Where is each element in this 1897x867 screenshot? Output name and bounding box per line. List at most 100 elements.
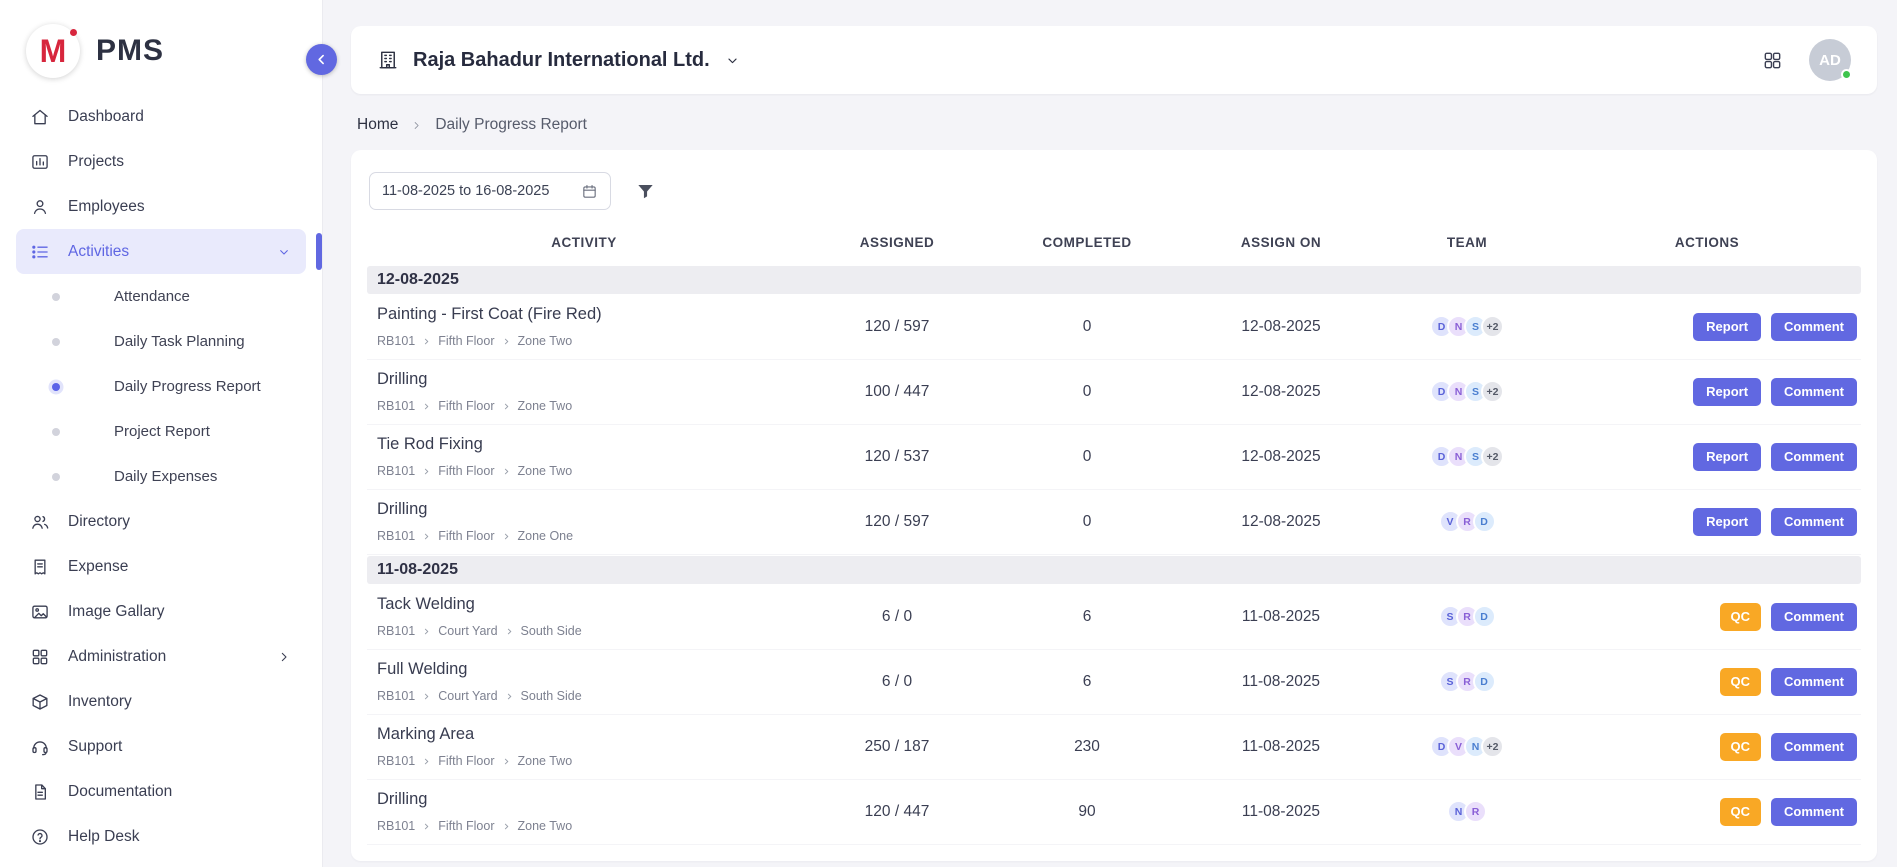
assigned-value: 120 / 597 — [801, 513, 993, 531]
path-segment: Zone Two — [518, 399, 573, 413]
qc-button[interactable]: QC — [1720, 603, 1762, 631]
qc-button[interactable]: QC — [1720, 668, 1762, 696]
sidebar-subitem-daily-progress-report[interactable]: Daily Progress Report — [16, 364, 306, 409]
assigned-value: 250 / 187 — [801, 738, 993, 756]
comment-button[interactable]: Comment — [1771, 508, 1857, 536]
sidebar-item-dashboard[interactable]: Dashboard — [16, 94, 306, 139]
filter-button[interactable] — [635, 181, 656, 202]
activity-cell: DrillingRB101Fifth FloorZone Two — [367, 370, 801, 413]
chevron-right-icon — [502, 757, 511, 766]
sidebar-item-label: Dashboard — [68, 108, 144, 126]
table-row: Tack WeldingRB101Court YardSouth Side6 /… — [367, 585, 1861, 650]
team-more-badge[interactable]: +2 — [1481, 380, 1504, 403]
company-selector[interactable]: Raja Bahadur International Ltd. — [377, 49, 741, 72]
sidebar-collapse-button[interactable] — [306, 44, 337, 75]
sidebar-item-help-desk[interactable]: Help Desk — [16, 814, 306, 859]
sidebar-item-projects[interactable]: Projects — [16, 139, 306, 184]
team-more-badge[interactable]: +2 — [1481, 445, 1504, 468]
chevron-right-icon — [502, 402, 511, 411]
sidebar-subitem-label: Project Report — [114, 423, 210, 440]
sidebar-subitem-attendance[interactable]: Attendance — [16, 274, 306, 319]
employees-icon — [30, 197, 50, 217]
sidebar-nav: Dashboard Projects EmployeesActivitiesAtte… — [0, 86, 322, 859]
bullet-icon — [52, 293, 60, 301]
filter-funnel-icon — [635, 181, 656, 202]
activity-title: Drilling — [377, 370, 801, 389]
completed-value: 0 — [993, 383, 1181, 401]
activity-title: Full Welding — [377, 660, 801, 679]
report-button[interactable]: Report — [1693, 508, 1761, 536]
sidebar-item-label: Projects — [68, 153, 124, 171]
app-logo[interactable]: M PMS — [0, 0, 322, 86]
comment-button[interactable]: Comment — [1771, 443, 1857, 471]
dashboard-home-icon — [30, 107, 50, 127]
bullet-icon — [52, 428, 60, 436]
sidebar-item-activities[interactable]: Activities — [16, 229, 306, 274]
assigned-value: 120 / 597 — [801, 318, 993, 336]
column-header-assigned: ASSIGNED — [801, 235, 993, 250]
activity-location-path: RB101Fifth FloorZone Two — [377, 754, 801, 768]
comment-button[interactable]: Comment — [1771, 603, 1857, 631]
row-actions: Report Comment — [1553, 313, 1861, 341]
team-more-badge[interactable]: +2 — [1481, 315, 1504, 338]
qc-button[interactable]: QC — [1720, 798, 1762, 826]
chevron-right-icon — [422, 402, 431, 411]
team-avatars: SRD — [1381, 605, 1553, 628]
support-icon — [30, 737, 50, 757]
team-avatars: DNS+2 — [1381, 315, 1553, 338]
comment-button[interactable]: Comment — [1771, 733, 1857, 761]
building-icon — [377, 49, 399, 71]
breadcrumb-home[interactable]: Home — [357, 116, 398, 134]
calendar-icon — [581, 183, 598, 200]
qc-button[interactable]: QC — [1720, 733, 1762, 761]
sidebar-item-documentation[interactable]: Documentation — [16, 769, 306, 814]
date-group-header: 11-08-2025 — [367, 556, 1861, 584]
sidebar-item-administration[interactable]: Administration — [16, 634, 306, 679]
sidebar-item-label: Support — [68, 738, 122, 756]
user-avatar[interactable]: AD — [1809, 39, 1851, 81]
activity-title: Drilling — [377, 790, 801, 809]
bullet-icon — [52, 383, 60, 391]
report-button[interactable]: Report — [1693, 378, 1761, 406]
topbar: Raja Bahadur International Ltd. AD — [351, 26, 1877, 94]
comment-button[interactable]: Comment — [1771, 378, 1857, 406]
company-name: Raja Bahadur International Ltd. — [413, 49, 710, 72]
report-button[interactable]: Report — [1693, 443, 1761, 471]
row-actions: Report Comment — [1553, 508, 1861, 536]
logo-m-icon: M — [26, 24, 80, 78]
sidebar-item-directory[interactable]: Directory — [16, 499, 306, 544]
team-avatars: SRD — [1381, 670, 1553, 693]
inventory-icon — [30, 692, 50, 712]
sidebar-subitem-daily-task-planning[interactable]: Daily Task Planning — [16, 319, 306, 364]
breadcrumb-current: Daily Progress Report — [435, 116, 587, 134]
comment-button[interactable]: Comment — [1771, 668, 1857, 696]
activity-title: Marking Area — [377, 725, 801, 744]
team-member-avatar: D — [1473, 605, 1496, 628]
table-body: 12-08-2025Painting - First Coat (Fire Re… — [367, 266, 1861, 845]
table-row: Full WeldingRB101Court YardSouth Side6 /… — [367, 650, 1861, 715]
assign-on-date: 11-08-2025 — [1181, 803, 1381, 821]
sidebar-subitem-daily-expenses[interactable]: Daily Expenses — [16, 454, 306, 499]
sidebar-item-support[interactable]: Support — [16, 724, 306, 769]
sidebar-item-image-gallary[interactable]: Image Gallary — [16, 589, 306, 634]
report-button[interactable]: Report — [1693, 313, 1761, 341]
assign-on-date: 11-08-2025 — [1181, 738, 1381, 756]
sidebar: M PMS Dashboard Projects EmployeesActiviti… — [0, 0, 323, 867]
activity-title: Tie Rod Fixing — [377, 435, 801, 454]
expense-icon — [30, 557, 50, 577]
apps-grid-button[interactable] — [1762, 50, 1783, 71]
sidebar-item-inventory[interactable]: Inventory — [16, 679, 306, 724]
comment-button[interactable]: Comment — [1771, 798, 1857, 826]
comment-button[interactable]: Comment — [1771, 313, 1857, 341]
completed-value: 0 — [993, 448, 1181, 466]
image-gallery-icon — [30, 602, 50, 622]
sidebar-item-expense[interactable]: Expense — [16, 544, 306, 589]
activity-location-path: RB101Court YardSouth Side — [377, 689, 801, 703]
team-more-badge[interactable]: +2 — [1481, 735, 1504, 758]
sidebar-item-employees[interactable]: Employees — [16, 184, 306, 229]
chevron-right-icon — [422, 467, 431, 476]
table-row: Painting - First Coat (Fire Red)RB101Fif… — [367, 295, 1861, 360]
path-segment: Fifth Floor — [438, 464, 494, 478]
sidebar-subitem-project-report[interactable]: Project Report — [16, 409, 306, 454]
date-range-input[interactable]: 11-08-2025 to 16-08-2025 — [369, 172, 611, 210]
